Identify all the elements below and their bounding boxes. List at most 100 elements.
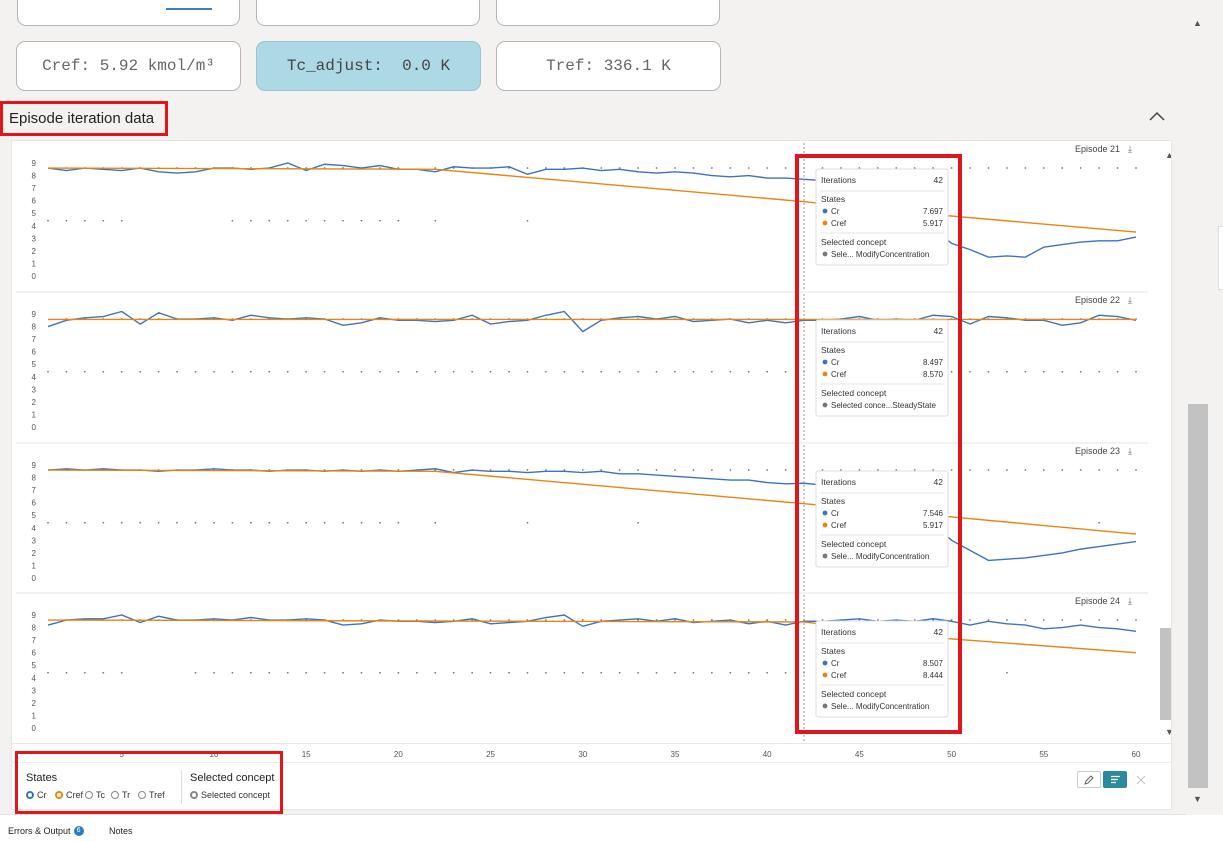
concept-dot [692,671,695,674]
concept-dot [1098,619,1101,621]
y-tick-label: 7 [32,335,37,344]
concept-dot [674,370,676,373]
bottom-bar: Errors & Output 6 Notes [0,816,1223,841]
y-tick-label: 5 [32,661,37,670]
tc-adjust-card[interactable]: Tc_adjust: 0.0 K [256,41,481,91]
episode-title: Episode 24 [1075,596,1120,606]
chart-panel-scroll-thumb[interactable] [1160,628,1171,720]
page-scroll-up-icon[interactable]: ▲ [1193,18,1202,28]
concept-dot [969,469,971,471]
concept-dot [213,521,215,524]
concept-dot [83,219,86,222]
concept-dot [692,167,695,169]
concept-dot [637,167,640,169]
top-card-1[interactable] [17,0,240,26]
legend-state-radio[interactable] [85,791,93,799]
concept-dot [102,671,105,674]
top-card-3[interactable] [496,0,720,26]
concept-dot [969,370,971,373]
concept-dot [784,619,787,621]
concept-dot [286,219,289,222]
episode-title: Episode 22 [1075,295,1120,305]
scroll-up-icon[interactable]: ▲ [1165,150,1171,160]
legend-divider [181,770,182,804]
concept-dot [784,370,787,373]
concept-dot [710,167,713,169]
legend-concept-radio[interactable] [190,791,198,799]
tref-card[interactable]: Tref: 336.1 K [496,41,721,91]
legend-state-radio[interactable] [55,791,63,799]
concept-dot [305,370,308,373]
y-tick-label: 7 [32,636,37,645]
concept-dot [710,370,713,373]
concept-dot [83,671,86,674]
concept-dot [637,469,640,471]
concept-dot [434,219,437,222]
text-view-button[interactable] [1103,771,1127,788]
y-tick-label: 0 [32,272,37,281]
y-tick-label: 6 [32,499,37,508]
legend-state-tref[interactable]: Tref [138,790,165,800]
concept-dot [139,521,142,524]
concept-dot [544,370,547,373]
clear-button[interactable] [1129,771,1153,788]
concept-dot [379,521,381,524]
concept-dot [1061,370,1064,373]
legend-concept-item[interactable]: Selected concept [190,790,270,800]
concept-dot [1098,167,1101,169]
concept-dot [268,521,271,524]
edit-button[interactable] [1077,771,1101,788]
concept-dot [1042,167,1045,169]
legend-state-radio[interactable] [111,791,119,799]
y-tick-label: 9 [32,611,37,620]
y-tick-label: 1 [32,711,37,720]
legend-state-tr[interactable]: Tr [111,790,130,800]
concept-dot [323,671,326,674]
legend-state-radio[interactable] [138,791,146,799]
concept-dot [526,671,529,674]
legend-state-tc[interactable]: Tc [85,790,105,800]
page-scrollbar[interactable]: ▲ ▼ [1187,12,1209,812]
series-cr-line [47,468,1137,562]
y-tick-label: 6 [32,649,37,658]
episode-chart: Episode 21 ⤓9876543210Iterations 42StatesC… [32,143,1137,291]
concept-dot [360,521,363,524]
y-tick-label: 5 [32,360,37,369]
tab-errors-output[interactable]: Errors & Output 6 [8,826,84,836]
concept-dot [120,219,123,222]
concept-dot [47,521,49,524]
concept-dot [526,167,529,169]
x-tick-label: 60 [1132,750,1141,759]
cref-card[interactable]: Cref: 5.92 kmol/m³ [16,41,241,91]
concept-dot [1024,167,1027,169]
top-card-2[interactable] [256,0,480,26]
y-tick-label: 3 [32,686,37,695]
concept-dot [692,619,695,621]
legend-state-cr[interactable]: Cr [26,790,47,800]
concept-dot [1079,469,1082,471]
concept-dot [379,219,381,222]
concept-dot [286,370,289,373]
concept-dot [710,671,713,674]
series-cr-line [47,162,1137,258]
page-scroll-thumb[interactable] [1188,404,1208,788]
side-panel-tab[interactable] [1218,226,1223,290]
concept-dot [987,167,990,169]
scroll-down-icon[interactable]: ▼ [1165,727,1171,737]
tab-notes[interactable]: Notes [109,826,133,836]
concept-dot [1135,619,1137,621]
concept-dot [784,469,787,471]
concept-dot [1024,370,1027,373]
legend-state-cref[interactable]: Cref [55,790,83,800]
legend-state-radio[interactable] [26,791,34,799]
y-tick-label: 9 [32,310,37,319]
chevron-up-icon[interactable] [1149,108,1165,126]
concept-dot [618,370,621,373]
chart-panel-scrollbar[interactable]: ▲ ▼ [1160,145,1171,741]
episode-title: Episode 23 [1075,446,1120,456]
concept-dot [526,219,529,222]
concept-dot [637,521,640,524]
concept-dot [526,469,529,471]
page-scroll-down-icon[interactable]: ▼ [1193,794,1202,804]
episode-chart: Episode 22 ⤓9876543210Iterations 42StatesC… [16,291,1148,442]
